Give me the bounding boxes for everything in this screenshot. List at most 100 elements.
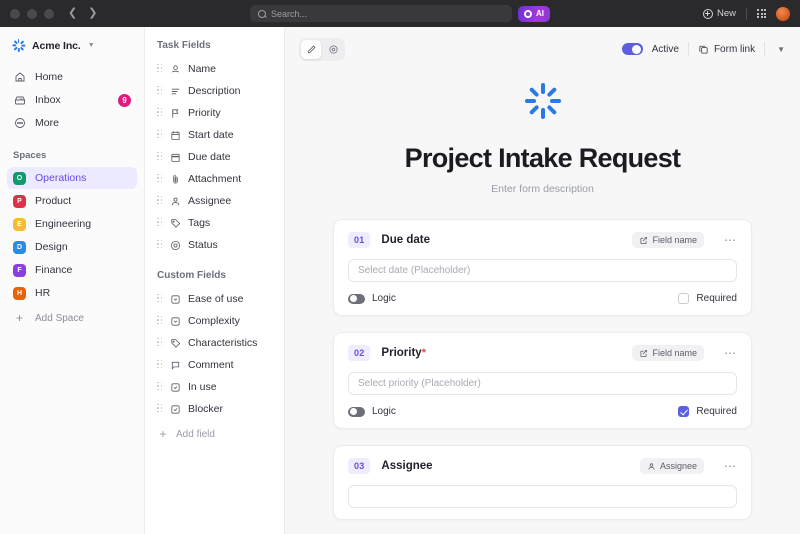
chip-label: Field name	[652, 235, 697, 245]
drag-handle-icon[interactable]	[157, 338, 162, 349]
field-item-tags[interactable]: Tags	[145, 212, 284, 234]
sidebar-nav: Home Inbox 9	[0, 66, 144, 134]
required-checkbox[interactable]	[678, 406, 689, 417]
form-field-card[interactable]: 02 Priority* Field name ⋯	[333, 332, 752, 429]
form-description[interactable]: Enter form description	[285, 183, 800, 195]
required-control[interactable]: Required	[678, 406, 737, 417]
field-input[interactable]: Select priority (Placeholder)	[348, 372, 737, 395]
field-title: Due date	[381, 234, 430, 246]
sidebar-item-inbox[interactable]: Inbox 9	[7, 89, 137, 111]
person-icon	[169, 195, 181, 207]
field-item-name[interactable]: Name	[145, 58, 284, 80]
drag-handle-icon[interactable]	[157, 382, 162, 393]
edit-mode-button[interactable]	[301, 40, 321, 59]
drag-handle-icon[interactable]	[157, 294, 162, 305]
drag-handle-icon[interactable]	[157, 130, 162, 141]
dropdown-icon	[169, 293, 181, 305]
calendar-icon	[169, 151, 181, 163]
field-item-complexity[interactable]: Complexity	[145, 310, 284, 332]
form-title[interactable]: Project Intake Request	[285, 143, 800, 174]
required-control[interactable]: Required	[678, 293, 737, 304]
edit-square-icon	[639, 349, 648, 358]
drag-handle-icon[interactable]	[157, 360, 162, 371]
sidebar-item-hr[interactable]: H HR	[7, 282, 137, 304]
spaces-heading: Spaces	[0, 134, 144, 167]
avatar[interactable]	[776, 7, 790, 21]
drag-handle-icon[interactable]	[157, 152, 162, 163]
field-item-due-date[interactable]: Due date	[145, 146, 284, 168]
assignee-chip[interactable]: Assignee	[640, 458, 704, 474]
preview-mode-button[interactable]	[323, 40, 343, 59]
drag-handle-icon[interactable]	[157, 240, 162, 251]
field-item-comment[interactable]: Comment	[145, 354, 284, 376]
back-icon[interactable]: ❮	[68, 8, 77, 19]
card-menu-button[interactable]: ⋯	[715, 347, 737, 359]
drag-handle-icon[interactable]	[157, 86, 162, 97]
apps-grid-icon[interactable]	[757, 9, 766, 18]
field-item-description[interactable]: Description	[145, 80, 284, 102]
sidebar-item-product[interactable]: P Product	[7, 190, 137, 212]
form-toolbar: Active Form link ▼	[285, 27, 800, 63]
drag-handle-icon[interactable]	[157, 404, 162, 415]
sidebar-item-finance[interactable]: F Finance	[7, 259, 137, 281]
search-placeholder: Search...	[271, 9, 307, 19]
history-nav[interactable]: ❮ ❯	[68, 8, 97, 19]
add-field-button[interactable]: + Add field	[145, 423, 284, 445]
field-item-status[interactable]: Status	[145, 234, 284, 256]
drag-handle-icon[interactable]	[157, 64, 162, 75]
field-label: Start date	[188, 129, 234, 141]
maximize-button[interactable]	[44, 9, 54, 19]
field-name-chip[interactable]: Field name	[632, 345, 704, 361]
required-checkbox[interactable]	[678, 293, 689, 304]
field-input[interactable]	[348, 485, 737, 508]
field-label: Blocker	[188, 403, 223, 415]
logic-toggle[interactable]	[348, 294, 365, 304]
forward-icon[interactable]: ❯	[88, 8, 97, 19]
space-avatar: E	[13, 218, 26, 231]
field-item-characteristics[interactable]: Characteristics	[145, 332, 284, 354]
drag-handle-icon[interactable]	[157, 174, 162, 185]
card-menu-button[interactable]: ⋯	[715, 460, 737, 472]
close-button[interactable]	[10, 9, 20, 19]
plus-icon: +	[157, 428, 169, 440]
workspace-switcher[interactable]: Acme Inc. ▼	[0, 37, 144, 52]
drag-handle-icon[interactable]	[157, 196, 162, 207]
field-input[interactable]: Select date (Placeholder)	[348, 259, 737, 282]
field-name-chip[interactable]: Field name	[632, 232, 704, 248]
task-name-icon	[169, 63, 181, 75]
window-controls[interactable]	[10, 9, 54, 19]
chevron-down-icon[interactable]: ▼	[774, 45, 788, 54]
field-title-text: Priority	[381, 347, 421, 359]
drag-handle-icon[interactable]	[157, 316, 162, 327]
ai-label: AI	[536, 9, 544, 18]
form-link-button[interactable]: Form link	[698, 44, 755, 55]
field-item-in-use[interactable]: In use	[145, 376, 284, 398]
field-item-attachment[interactable]: Attachment	[145, 168, 284, 190]
active-toggle[interactable]	[622, 43, 643, 55]
new-button[interactable]: New	[703, 8, 736, 19]
checkbox-icon	[169, 403, 181, 415]
field-item-blocker[interactable]: Blocker	[145, 398, 284, 420]
sidebar-item-engineering[interactable]: E Engineering	[7, 213, 137, 235]
field-item-assignee[interactable]: Assignee	[145, 190, 284, 212]
sidebar-item-more[interactable]: More	[7, 112, 137, 134]
ai-button[interactable]: AI	[518, 6, 550, 22]
form-field-card[interactable]: 03 Assignee Assignee ⋯	[333, 445, 752, 520]
sidebar-item-home[interactable]: Home	[7, 66, 137, 88]
field-item-priority[interactable]: Priority	[145, 102, 284, 124]
form-link-label: Form link	[714, 44, 755, 55]
field-item-ease-of-use[interactable]: Ease of use	[145, 288, 284, 310]
sidebar-item-label: Inbox	[35, 94, 61, 106]
search-input[interactable]: Search...	[250, 5, 512, 22]
sidebar-item-operations[interactable]: O Operations	[7, 167, 137, 189]
card-menu-button[interactable]: ⋯	[715, 234, 737, 246]
divider	[764, 42, 765, 56]
minimize-button[interactable]	[27, 9, 37, 19]
field-item-start-date[interactable]: Start date	[145, 124, 284, 146]
logic-toggle[interactable]	[348, 407, 365, 417]
drag-handle-icon[interactable]	[157, 218, 162, 229]
add-space-button[interactable]: + Add Space	[7, 307, 137, 329]
sidebar-item-design[interactable]: D Design	[7, 236, 137, 258]
drag-handle-icon[interactable]	[157, 108, 162, 119]
form-field-card[interactable]: 01 Due date Field name ⋯	[333, 219, 752, 316]
